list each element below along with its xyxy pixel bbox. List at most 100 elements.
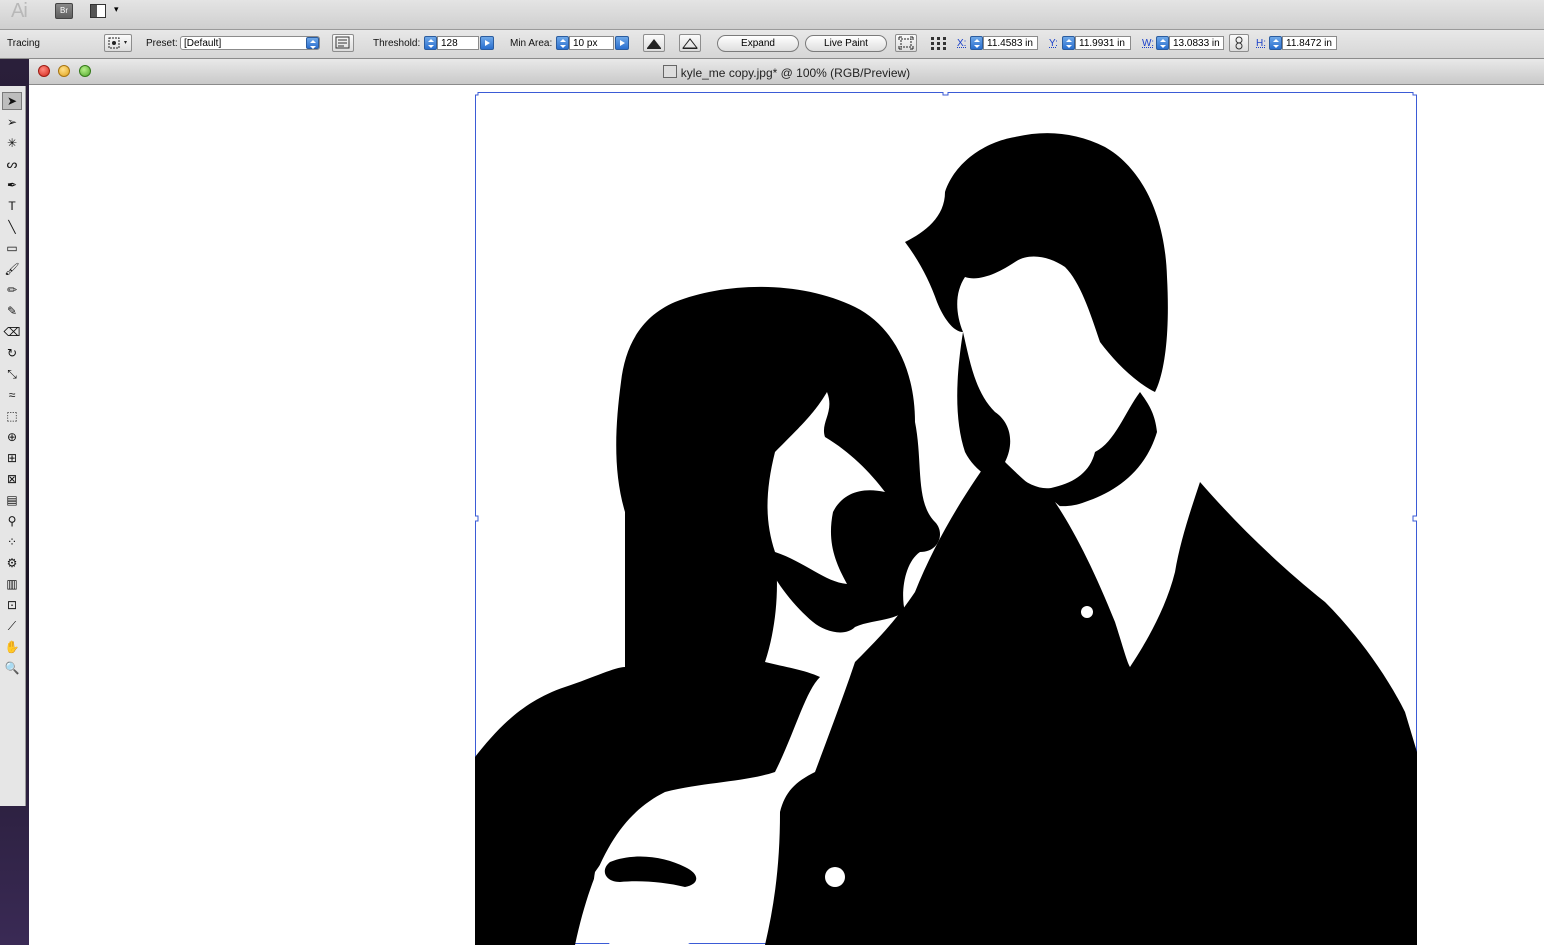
scale-tool-button[interactable]: ⤡ bbox=[2, 365, 22, 383]
threshold-stepper[interactable] bbox=[424, 36, 437, 50]
direct-selection-tool-icon: ➢ bbox=[6, 115, 18, 129]
w-value: 13.0833 in bbox=[1173, 38, 1220, 49]
go-to-bridge-button[interactable]: Br bbox=[55, 3, 73, 19]
arrange-documents-button[interactable]: ▾ bbox=[90, 3, 124, 19]
lasso-tool-button[interactable]: ᔕ bbox=[2, 155, 22, 173]
w-stepper[interactable] bbox=[1156, 36, 1169, 50]
traced-artwork[interactable] bbox=[475, 92, 1417, 945]
show-no-image-button[interactable] bbox=[643, 34, 665, 52]
tracing-presets-button[interactable] bbox=[104, 34, 132, 52]
lasso-tool-icon: ᔕ bbox=[6, 157, 18, 171]
blend-tool-icon: ⁘ bbox=[6, 535, 18, 549]
document-title: kyle_me copy.jpg* @ 100% (RGB/Preview) bbox=[29, 65, 1544, 80]
reference-point-selector[interactable] bbox=[929, 36, 949, 52]
y-input[interactable]: 11.9931 in bbox=[1075, 36, 1131, 50]
free-transform-tool-icon: ⬚ bbox=[6, 409, 18, 423]
h-value: 11.8472 in bbox=[1286, 38, 1332, 49]
symbol-sprayer-tool-icon: ⚙ bbox=[6, 556, 18, 570]
tracing-options-icon bbox=[108, 37, 127, 49]
eraser-tool-icon: ⌫ bbox=[3, 325, 21, 339]
gradient-tool-button[interactable]: ▤ bbox=[2, 491, 22, 509]
reference-point-icon bbox=[931, 37, 946, 50]
zoom-tool-button[interactable]: 🔍 bbox=[2, 659, 22, 677]
min-area-slider-button[interactable] bbox=[615, 36, 629, 50]
free-transform-tool-button[interactable]: ⬚ bbox=[2, 407, 22, 425]
min-area-stepper[interactable] bbox=[556, 36, 569, 50]
eyedropper-tool-button[interactable]: ⚲ bbox=[2, 512, 22, 530]
hand-tool-icon: ✋ bbox=[4, 640, 20, 654]
symbol-sprayer-tool-button[interactable]: ⚙ bbox=[2, 554, 22, 572]
eyedropper-tool-icon: ⚲ bbox=[7, 514, 17, 528]
tracing-options-dialog-button[interactable] bbox=[332, 34, 354, 52]
column-graph-tool-button[interactable]: ▥ bbox=[2, 575, 22, 593]
document-title-text: kyle_me copy.jpg* @ 100% (RGB/Preview) bbox=[680, 66, 911, 80]
constrain-proportions-button[interactable] bbox=[1229, 34, 1249, 52]
paintbrush-tool-button[interactable]: 🖌 bbox=[2, 260, 22, 278]
shape-builder-tool-icon: ⊕ bbox=[6, 430, 18, 444]
column-graph-tool-icon: ▥ bbox=[6, 577, 18, 591]
h-input[interactable]: 11.8472 in bbox=[1282, 36, 1337, 50]
line-segment-tool-button[interactable]: ╲ bbox=[2, 218, 22, 236]
preset-value: [Default] bbox=[184, 38, 222, 49]
perspective-grid-tool-button[interactable]: ⊞ bbox=[2, 449, 22, 467]
slice-tool-button[interactable]: ⟋ bbox=[2, 617, 22, 635]
type-tool-button[interactable]: T bbox=[2, 197, 22, 215]
threshold-input[interactable]: 128 bbox=[437, 36, 479, 50]
y-label: Y: bbox=[1049, 38, 1058, 49]
selection-tool-button[interactable]: ➤ bbox=[2, 92, 22, 110]
show-outlines-button[interactable] bbox=[679, 34, 701, 52]
expand-button[interactable]: Expand bbox=[717, 35, 799, 52]
magic-wand-tool-button[interactable]: ✳ bbox=[2, 134, 22, 152]
eraser-tool-button[interactable]: ⌫ bbox=[2, 323, 22, 341]
type-tool-icon: T bbox=[8, 199, 16, 213]
pen-tool-button[interactable]: ✒ bbox=[2, 176, 22, 194]
threshold-slider-button[interactable] bbox=[480, 36, 494, 50]
document-title-bar: kyle_me copy.jpg* @ 100% (RGB/Preview) bbox=[29, 59, 1544, 85]
direct-selection-tool-button[interactable]: ➢ bbox=[2, 113, 22, 131]
rectangle-tool-icon: ▭ bbox=[6, 241, 18, 255]
y-value: 11.9931 in bbox=[1079, 38, 1125, 49]
min-area-input[interactable]: 10 px bbox=[569, 36, 614, 50]
warp-tool-button[interactable]: ≈ bbox=[2, 386, 22, 404]
chevron-down-icon: ▾ bbox=[114, 4, 119, 14]
shape-builder-tool-button[interactable]: ⊕ bbox=[2, 428, 22, 446]
preset-select[interactable]: [Default] bbox=[180, 36, 320, 50]
hand-tool-button[interactable]: ✋ bbox=[2, 638, 22, 656]
man-hair-silhouette bbox=[905, 133, 1168, 392]
mesh-tool-button[interactable]: ⊠ bbox=[2, 470, 22, 488]
link-icon bbox=[1235, 36, 1243, 50]
shirt-button bbox=[1081, 606, 1093, 618]
blob-brush-tool-icon: ✎ bbox=[6, 304, 18, 318]
zoom-tool-icon: 🔍 bbox=[4, 661, 20, 675]
warp-tool-icon: ≈ bbox=[8, 388, 16, 402]
x-stepper[interactable] bbox=[970, 36, 983, 50]
pencil-tool-button[interactable]: ✏ bbox=[2, 281, 22, 299]
x-value: 11.4583 in bbox=[987, 38, 1033, 49]
control-panel: Tracing Preset: [Default] Threshold: 128… bbox=[0, 30, 1544, 59]
w-label: W: bbox=[1142, 38, 1155, 49]
min-area-label: Min Area: bbox=[510, 38, 553, 49]
rectangle-tool-button[interactable]: ▭ bbox=[2, 239, 22, 257]
blob-brush-tool-button[interactable]: ✎ bbox=[2, 302, 22, 320]
x-label: X: bbox=[957, 38, 967, 49]
preset-dropdown-arrows-icon[interactable] bbox=[306, 37, 319, 49]
perspective-grid-tool-icon: ⊞ bbox=[6, 451, 18, 465]
gradient-tool-icon: ▤ bbox=[6, 493, 18, 507]
blend-tool-button[interactable]: ⁘ bbox=[2, 533, 22, 551]
artboard-tool-button[interactable]: ⊡ bbox=[2, 596, 22, 614]
artboard-canvas[interactable] bbox=[29, 85, 1544, 945]
live-paint-button[interactable]: Live Paint bbox=[805, 35, 887, 52]
isolate-object-icon bbox=[898, 36, 914, 50]
h-stepper[interactable] bbox=[1269, 36, 1282, 50]
isolate-selected-object-button[interactable] bbox=[895, 34, 917, 52]
w-input[interactable]: 13.0833 in bbox=[1169, 36, 1224, 50]
threshold-label: Threshold: bbox=[373, 38, 421, 49]
pencil-tool-icon: ✏ bbox=[6, 283, 18, 297]
slice-tool-icon: ⟋ bbox=[7, 618, 17, 633]
selection-tool-icon: ➤ bbox=[6, 94, 18, 108]
threshold-value: 128 bbox=[441, 38, 458, 49]
paintbrush-tool-icon: 🖌 bbox=[4, 262, 20, 276]
rotate-tool-button[interactable]: ↻ bbox=[2, 344, 22, 362]
y-stepper[interactable] bbox=[1062, 36, 1075, 50]
x-input[interactable]: 11.4583 in bbox=[983, 36, 1038, 50]
